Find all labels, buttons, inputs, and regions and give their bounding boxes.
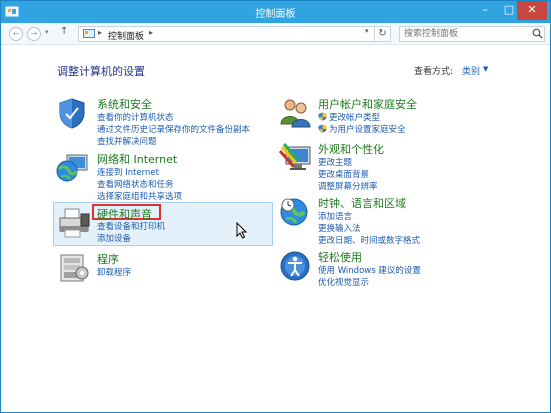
uac-shield-icon (318, 124, 327, 133)
programs-icon[interactable] (57, 251, 91, 285)
link-change-desktop-background[interactable]: 更改桌面背景 (318, 168, 369, 180)
ease-of-access-icon[interactable] (278, 249, 312, 283)
link-optimize-visual-display[interactable]: 优化视觉显示 (318, 276, 369, 288)
category-system-security[interactable]: 系统和安全 (97, 96, 152, 112)
category-ease-of-access[interactable]: 轻松使用 (318, 249, 362, 265)
printer-icon[interactable] (57, 206, 91, 240)
link-add-device[interactable]: 添加设备 (97, 232, 131, 244)
appearance-monitor-icon[interactable] (278, 141, 312, 175)
page-title: 调整计算机的设置 (57, 65, 145, 78)
address-box[interactable]: ▸ 控制面板 ▸ (78, 26, 376, 42)
refresh-button[interactable]: ↻ (374, 26, 391, 42)
control-panel-window: 控制面板 – □ ✕ ← → ▾ ↑ ▸ 控制面板 ▸ ▾ ↻ 调整计算机的设置… (0, 0, 551, 413)
forward-button[interactable]: → (27, 27, 41, 41)
category-appearance[interactable]: 外观和个性化 (318, 141, 384, 157)
link-troubleshoot[interactable]: 查找并解决问题 (97, 135, 157, 147)
breadcrumb-separator[interactable]: ▸ (149, 28, 153, 37)
chevron-down-icon[interactable]: ▼ (483, 65, 488, 73)
link-devices-printers[interactable]: 查看设备和打印机 (97, 220, 165, 232)
link-connect-internet[interactable]: 连接到 Internet (97, 166, 159, 178)
link-uninstall-program[interactable]: 卸载程序 (97, 266, 131, 278)
link-file-history-backup[interactable]: 通过文件历史记录保存你的文件备份副本 (97, 123, 250, 135)
link-view-computer-status[interactable]: 查看你的计算机状态 (97, 111, 174, 123)
category-user-accounts[interactable]: 用户帐户和家庭安全 (318, 96, 417, 112)
link-change-account-type[interactable]: 更改帐户类型 (329, 111, 380, 123)
link-family-safety[interactable]: 为用户设置家庭安全 (329, 123, 406, 135)
category-network-internet[interactable]: 网络和 Internet (97, 151, 177, 167)
search-icon[interactable] (532, 28, 543, 39)
back-button[interactable]: ← (9, 27, 23, 41)
control-panel-location-icon (83, 29, 95, 38)
uac-shield-icon (318, 112, 327, 121)
view-by-label: 查看方式: (414, 67, 454, 77)
link-windows-suggested-settings[interactable]: 使用 Windows 建议的设置 (318, 264, 421, 276)
breadcrumb-control-panel[interactable]: 控制面板 (108, 29, 144, 42)
link-homegroup-sharing[interactable]: 选择家庭组和共享选项 (97, 190, 182, 202)
link-network-status[interactable]: 查看网络状态和任务 (97, 178, 174, 190)
up-button[interactable]: ↑ (60, 26, 68, 37)
link-change-input-method[interactable]: 更换输入法 (318, 222, 361, 234)
network-globe-icon[interactable] (55, 151, 89, 185)
recent-locations-chevron-icon[interactable]: ▾ (45, 28, 49, 36)
clock-globe-icon[interactable] (278, 195, 312, 229)
link-screen-resolution[interactable]: 调整屏幕分辨率 (318, 180, 378, 192)
address-history-chevron-icon[interactable]: ▾ (365, 27, 369, 35)
window-title: 控制面板 (255, 9, 296, 20)
user-accounts-icon[interactable] (278, 96, 312, 130)
link-change-date-time-format[interactable]: 更改日期、时间或数字格式 (318, 234, 420, 246)
close-button[interactable]: ✕ (517, 1, 547, 20)
link-add-language[interactable]: 添加语言 (318, 210, 352, 222)
mouse-cursor-icon (236, 222, 247, 239)
search-input[interactable] (399, 26, 545, 42)
category-clock-language-region[interactable]: 时钟、语言和区域 (318, 195, 406, 211)
view-by-dropdown[interactable]: 类别 (462, 64, 480, 77)
category-programs[interactable]: 程序 (97, 251, 119, 267)
breadcrumb-separator[interactable]: ▸ (98, 28, 102, 37)
system-security-shield-icon[interactable] (55, 96, 89, 130)
link-change-theme[interactable]: 更改主题 (318, 156, 352, 168)
minimize-button[interactable]: – (473, 1, 497, 20)
title-bar[interactable]: 控制面板 – □ ✕ (1, 1, 550, 23)
